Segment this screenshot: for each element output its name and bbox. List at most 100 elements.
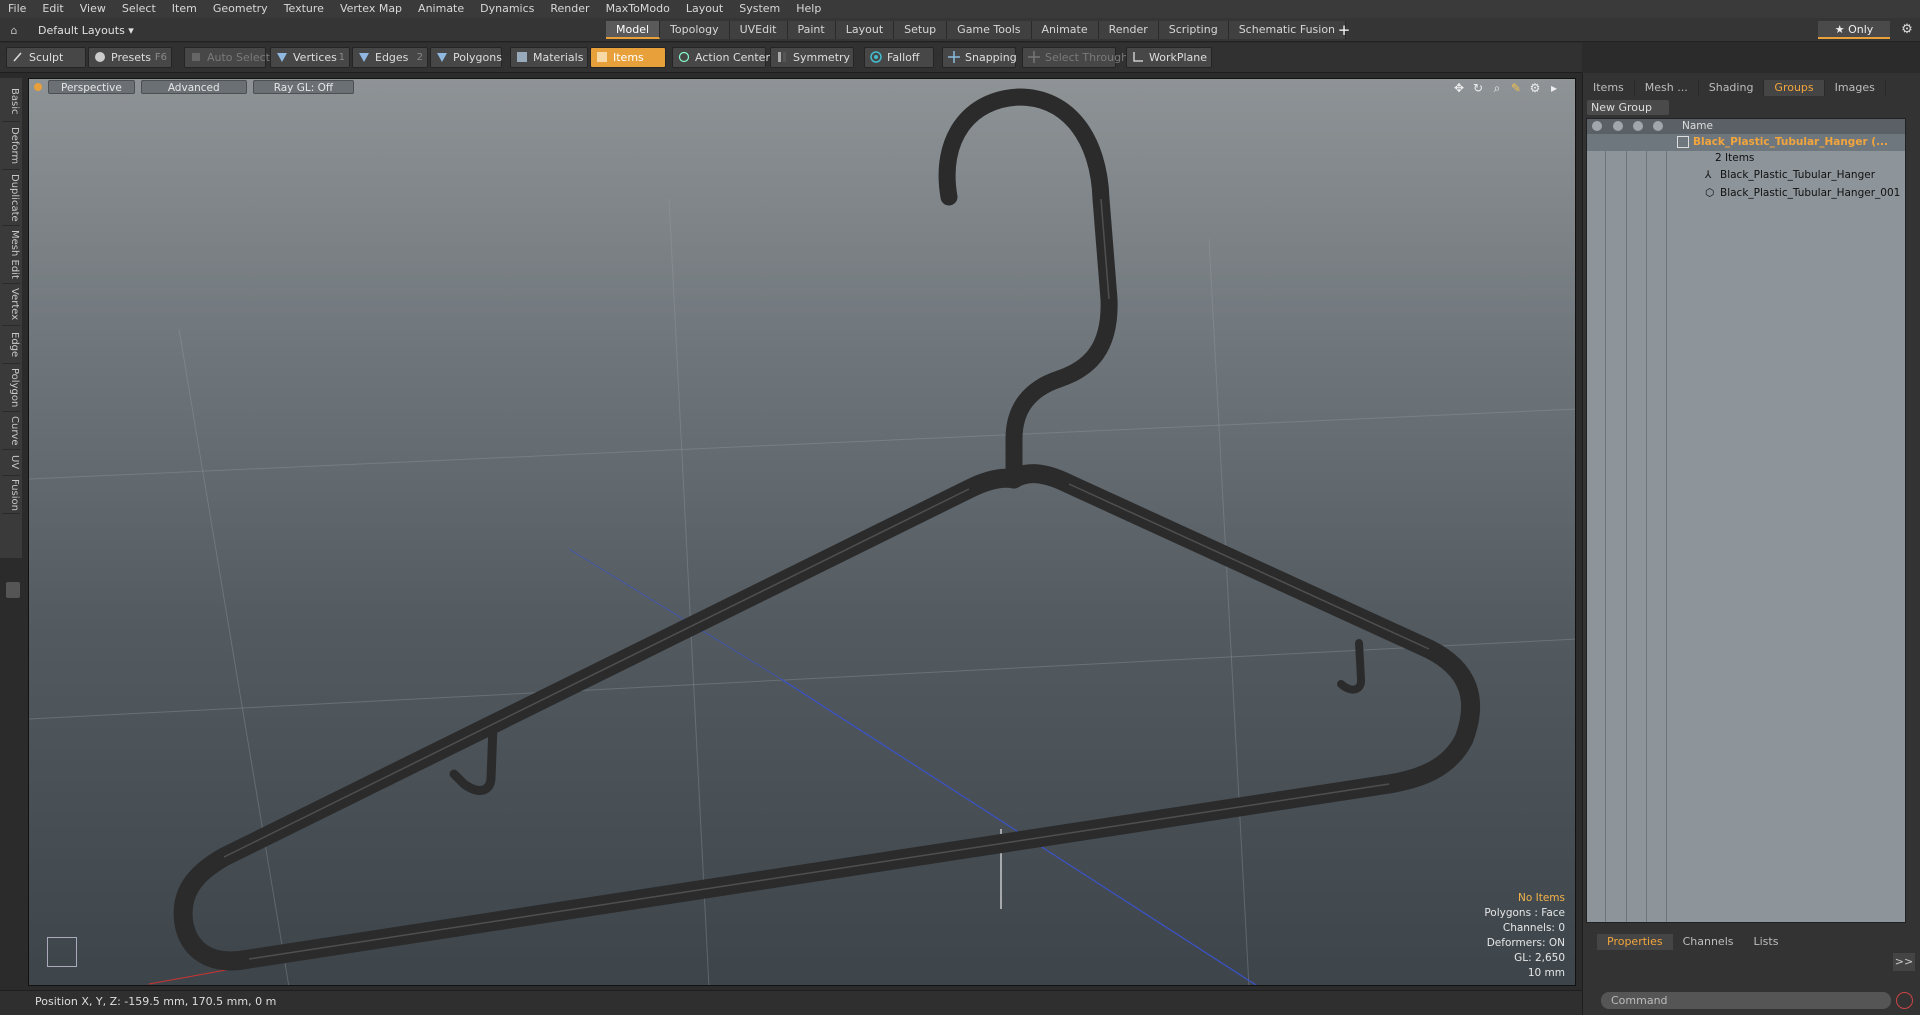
home-icon[interactable]: ⌂ (0, 24, 28, 37)
menu-item-dynamics[interactable]: Dynamics (472, 0, 542, 18)
menu-item-select[interactable]: Select (114, 0, 164, 18)
materials-button[interactable]: Materials (510, 47, 588, 68)
locator-icon: ⅄ (1705, 169, 1712, 181)
shading-mode-button[interactable]: Advanced (140, 80, 247, 94)
menu-item-maxtomodo[interactable]: MaxToModo (598, 0, 678, 18)
column-divider (1605, 134, 1606, 922)
menu-item-layout[interactable]: Layout (678, 0, 731, 18)
tool-tab-basic[interactable]: Basic (2, 82, 20, 122)
view-mode-button[interactable]: Perspective (48, 80, 135, 94)
3d-viewport[interactable]: Perspective Advanced Ray GL: Off ✥ ↻ ⌕ ✎… (28, 78, 1576, 986)
tool-tab-uv[interactable]: UV (2, 450, 20, 476)
layout-selector[interactable]: ⌂ Default Layouts ▾ (0, 18, 134, 42)
snapping-button[interactable]: Snapping (942, 47, 1017, 68)
add-tab-button[interactable]: + (1336, 21, 1352, 39)
tool-tab-edge[interactable]: Edge (2, 326, 20, 364)
hanger-shape (173, 88, 1481, 971)
expand-button[interactable]: >> (1893, 953, 1915, 971)
menu-item-item[interactable]: Item (164, 0, 205, 18)
deformers-info: Deformers: ON (1486, 937, 1565, 949)
polygons-button[interactable]: Polygons (430, 47, 502, 68)
tab-schematic-fusion[interactable]: Schematic Fusion (1228, 21, 1347, 39)
vertex-icon (277, 53, 287, 62)
only-button[interactable]: ★ Only (1818, 21, 1890, 39)
panel-tab-groups[interactable]: Groups (1764, 80, 1825, 96)
menu-item-animate[interactable]: Animate (410, 0, 472, 18)
auto-select-button[interactable]: Auto Select (184, 47, 270, 68)
symmetry-button[interactable]: Symmetry (770, 47, 854, 68)
presets-button[interactable]: Presets F6 (88, 47, 172, 68)
render-icon[interactable] (1613, 121, 1623, 131)
tool-tab-deform[interactable]: Deform (2, 122, 20, 170)
tab-animate[interactable]: Animate (1031, 21, 1099, 39)
workplane-button[interactable]: WorkPlane (1126, 47, 1212, 68)
panel-tab-mesh[interactable]: Mesh ... (1635, 80, 1699, 96)
viewport-gear-icon[interactable]: ⚙ (1528, 81, 1542, 95)
visibility-icon[interactable] (1592, 121, 1602, 131)
new-group-button[interactable]: New Group (1587, 100, 1669, 115)
tool-tab-fusion[interactable]: Fusion (2, 476, 20, 514)
viewport-status-dot[interactable] (34, 83, 42, 91)
menu-item-help[interactable]: Help (788, 0, 829, 18)
tab-layout[interactable]: Layout (835, 21, 895, 39)
name-column-header[interactable]: Name (1682, 120, 1713, 132)
pan-icon[interactable]: ✥ (1452, 81, 1466, 95)
rotate-icon[interactable]: ↻ (1471, 81, 1485, 95)
tab-paint[interactable]: Paint (787, 21, 836, 39)
tool-tab-vertex[interactable]: Vertex (2, 284, 20, 326)
tab-game-tools[interactable]: Game Tools (947, 21, 1032, 39)
select-through-button[interactable]: Select Through (1022, 47, 1128, 68)
panel-tab-shading[interactable]: Shading (1699, 80, 1765, 96)
menu-item-view[interactable]: View (72, 0, 114, 18)
sculpt-button[interactable]: Sculpt (6, 47, 86, 68)
tab-model[interactable]: Model (606, 21, 661, 39)
tool-tab-polygon[interactable]: Polygon (2, 364, 20, 412)
edges-button[interactable]: Edges 2 (352, 47, 428, 68)
items-button[interactable]: Items (590, 47, 666, 68)
groups-table-header: Name (1587, 119, 1905, 134)
tool-tab-curve[interactable]: Curve (2, 412, 20, 450)
falloff-button[interactable]: Falloff (864, 47, 934, 68)
menu-item-edit[interactable]: Edit (34, 0, 71, 18)
gear-icon[interactable]: ⚙ (1898, 21, 1916, 39)
stop-icon[interactable] (1896, 992, 1913, 1009)
tab-topology[interactable]: Topology (660, 21, 730, 39)
menu-item-system[interactable]: System (731, 0, 788, 18)
menu-item-render[interactable]: Render (542, 0, 597, 18)
viewport-menu-arrow-icon[interactable]: ▸ (1547, 81, 1561, 95)
polygons-info: Polygons : Face (1484, 907, 1565, 919)
lock-icon[interactable] (1633, 121, 1643, 131)
select-icon[interactable] (1653, 121, 1663, 131)
action-center-button[interactable]: Action Center (672, 47, 770, 68)
vertices-button[interactable]: Vertices 1 (270, 47, 350, 68)
properties-tab-properties[interactable]: Properties (1597, 934, 1673, 950)
tool-tabs: Basic Deform Duplicate Mesh Edit Vertex Edge P… (0, 78, 22, 558)
symmetry-icon (778, 52, 786, 62)
fit-icon[interactable]: ✎ (1509, 81, 1523, 95)
group-child-row[interactable]: ⬡ Black_Plastic_Tubular_Hanger_001 (1587, 185, 1905, 202)
tab-uvedit[interactable]: UVEdit (729, 21, 788, 39)
status-bar: Position X, Y, Z: -159.5 mm, 170.5 mm, 0… (0, 990, 1582, 1015)
group-row[interactable]: Black_Plastic_Tubular_Hanger (... (1587, 134, 1905, 151)
zoom-icon[interactable]: ⌕ (1490, 81, 1504, 95)
tab-render[interactable]: Render (1098, 21, 1159, 39)
menu-item-vertex-map[interactable]: Vertex Map (332, 0, 410, 18)
vertices-label: Vertices (293, 51, 337, 64)
raygl-button[interactable]: Ray GL: Off (252, 80, 355, 94)
properties-tabs: Properties Channels Lists (1583, 933, 1920, 951)
tool-tab-mesh-edit[interactable]: Mesh Edit (2, 226, 20, 284)
edge-icon (359, 53, 369, 62)
panel-tab-images[interactable]: Images (1825, 80, 1886, 96)
properties-tab-lists[interactable]: Lists (1744, 934, 1789, 950)
tab-scripting[interactable]: Scripting (1158, 21, 1229, 39)
menu-item-geometry[interactable]: Geometry (205, 0, 276, 18)
panel-tab-items[interactable]: Items (1583, 80, 1635, 96)
tool-tabs-toggle[interactable] (6, 582, 20, 598)
menu-item-texture[interactable]: Texture (276, 0, 332, 18)
group-child-row[interactable]: ⅄ Black_Plastic_Tubular_Hanger (1587, 167, 1905, 184)
tab-setup[interactable]: Setup (894, 21, 948, 39)
command-input[interactable]: Command (1601, 992, 1891, 1009)
menu-item-file[interactable]: File (0, 0, 34, 18)
tool-tab-duplicate[interactable]: Duplicate (2, 170, 20, 226)
properties-tab-channels[interactable]: Channels (1673, 934, 1744, 950)
